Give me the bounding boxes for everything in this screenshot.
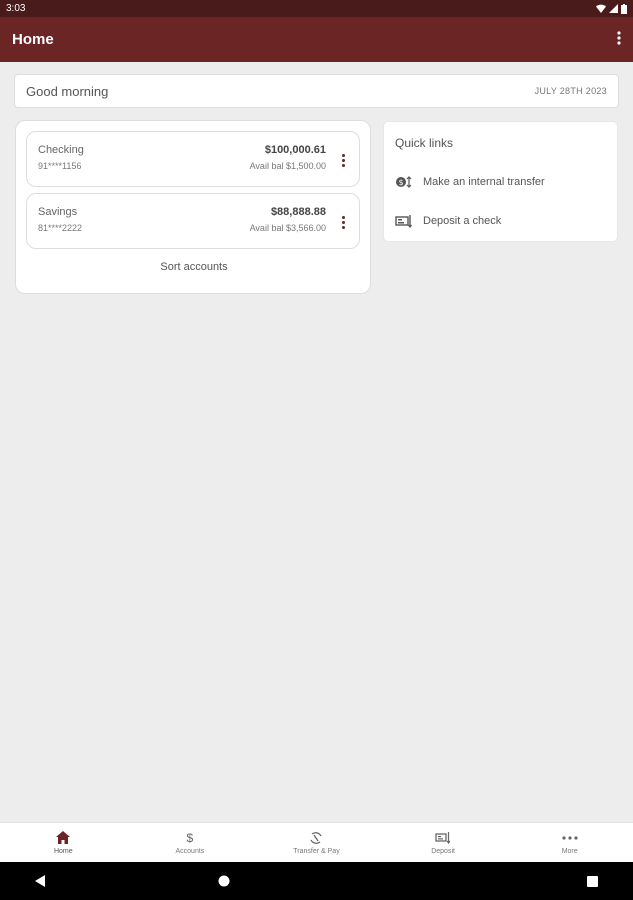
account-balance: $88,888.88 [270, 206, 326, 218]
quick-link-label: Deposit a check [423, 215, 502, 227]
account-available-balance: Avail bal $1,500.00 [249, 161, 326, 171]
greeting-card: Good morning JULY 28TH 2023 [14, 74, 619, 108]
nav-label: Home [53, 847, 73, 855]
date-text: JULY 28TH 2023 [534, 86, 607, 96]
sort-accounts-button[interactable]: Sort accounts [16, 261, 372, 273]
nav-item-more[interactable]: More [506, 823, 633, 862]
recents-button[interactable] [581, 869, 605, 893]
account-item-savings[interactable]: Savings 81****2222 $88,888.88 Avail bal … [26, 193, 360, 249]
check-deposit-icon [395, 214, 413, 228]
quick-links-title: Quick links [395, 136, 454, 150]
svg-text:$: $ [398, 178, 403, 187]
transfer-pay-icon [309, 831, 323, 845]
accounts-card: Checking 91****1156 $100,000.61 Avail ba… [15, 120, 371, 294]
home-icon [56, 831, 71, 845]
more-icon [562, 831, 578, 845]
status-icons [596, 3, 627, 14]
quick-link-deposit-check[interactable]: Deposit a check [395, 211, 605, 231]
back-icon [35, 875, 45, 887]
nav-label: Transfer & Pay [293, 847, 340, 855]
quick-link-label: Make an internal transfer [423, 176, 545, 188]
quick-link-internal-transfer[interactable]: $ Make an internal transfer [395, 172, 605, 192]
greeting-text: Good morning [26, 83, 109, 99]
quick-links-card: Quick links $ Make an internal transfer … [384, 122, 617, 241]
system-nav-bar [0, 862, 633, 900]
page-title: Home [12, 31, 54, 48]
nav-label: Deposit [431, 847, 455, 855]
account-number: 81****2222 [38, 223, 83, 233]
account-name: Checking [38, 144, 84, 156]
wifi-icon [596, 4, 606, 13]
account-balance: $100,000.61 [264, 144, 326, 156]
account-item-checking[interactable]: Checking 91****1156 $100,000.61 Avail ba… [26, 131, 360, 187]
account-menu-button[interactable] [337, 212, 349, 232]
nav-item-transfer-pay[interactable]: Transfer & Pay [253, 823, 380, 862]
account-menu-button[interactable] [337, 150, 349, 170]
deposit-icon [435, 831, 451, 845]
status-bar: 3:03 [0, 0, 633, 17]
back-button[interactable] [28, 869, 52, 893]
circle-icon [218, 875, 230, 887]
account-name: Savings [38, 206, 78, 218]
signal-icon [609, 4, 618, 13]
nav-label: More [561, 847, 578, 855]
nav-item-deposit[interactable]: Deposit [380, 823, 507, 862]
more-vert-icon [617, 30, 621, 45]
dollar-icon: $ [186, 830, 194, 845]
nav-item-accounts[interactable]: $ Accounts [127, 823, 254, 862]
nav-item-home[interactable]: Home [0, 823, 127, 862]
app-bar: Home [0, 17, 633, 62]
square-icon [587, 875, 599, 887]
account-available-balance: Avail bal $3,566.00 [249, 223, 326, 233]
home-system-button[interactable] [212, 869, 236, 893]
battery-icon [621, 3, 627, 14]
bottom-nav: Home $ Accounts Transfer & Pay Deposit M… [0, 822, 633, 862]
nav-label: Accounts [175, 847, 205, 855]
overflow-menu-button[interactable] [617, 30, 621, 49]
account-number: 91****1156 [38, 161, 82, 171]
status-time: 3:03 [6, 3, 26, 14]
transfer-icon: $ [395, 175, 413, 189]
